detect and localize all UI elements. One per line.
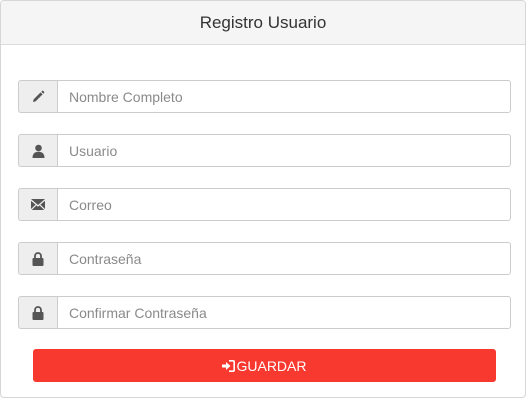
email-input[interactable]: [57, 188, 511, 221]
confirm-password-group: [18, 296, 511, 329]
panel-header: Registro Usuario: [1, 1, 525, 45]
save-button[interactable]: GUARDAR: [33, 349, 496, 382]
user-icon: [18, 134, 57, 167]
confirm-password-input[interactable]: [57, 296, 511, 329]
pencil-icon: [18, 80, 57, 113]
username-group: [18, 134, 511, 167]
envelope-icon: [18, 188, 57, 221]
full-name-input[interactable]: [57, 80, 511, 113]
registration-panel: Registro Usuario Nombre Completo Usuario…: [0, 0, 526, 398]
email-group: [18, 188, 511, 221]
full-name-group: [18, 80, 511, 113]
password-input[interactable]: [57, 242, 511, 275]
panel-title: Registro Usuario: [199, 12, 327, 32]
password-group: [18, 242, 511, 275]
lock-icon: [18, 296, 57, 329]
save-button-label: GUARDAR: [236, 357, 307, 374]
sign-in-icon: [222, 359, 236, 372]
username-input[interactable]: [57, 134, 511, 167]
lock-icon: [18, 242, 57, 275]
